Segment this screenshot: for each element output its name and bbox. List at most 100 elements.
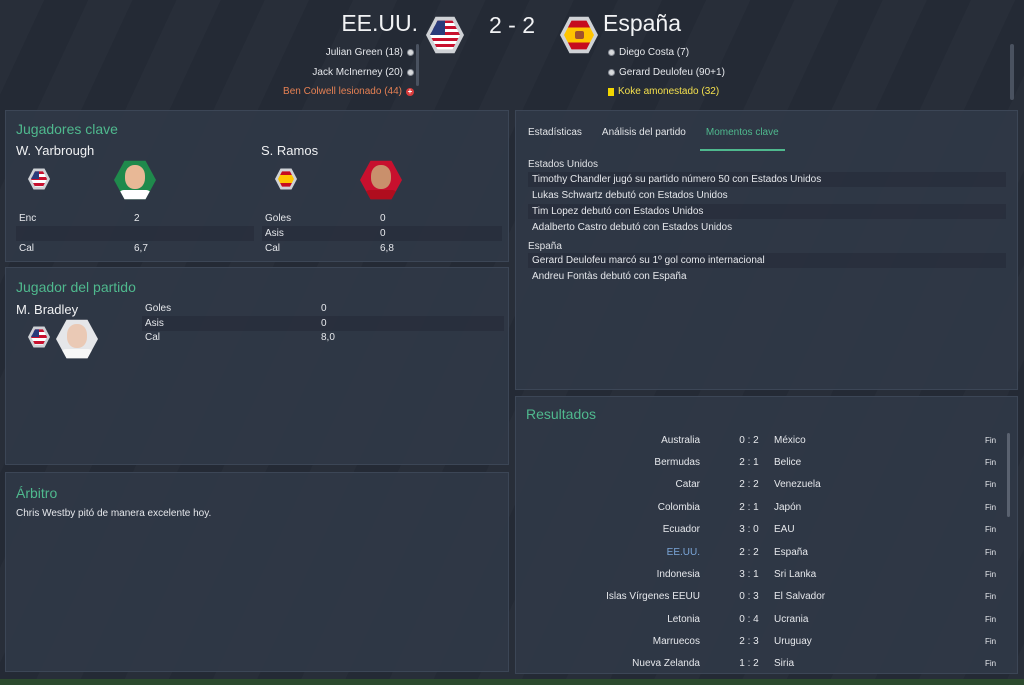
stat-row	[16, 226, 254, 241]
result-away-team[interactable]: Venezuela	[774, 474, 821, 496]
moment-item[interactable]: Adalberto Castro debutó con Estados Unid…	[528, 220, 1006, 235]
referee-comment: Chris Westby pitó de manera excelente ho…	[16, 508, 212, 519]
result-away-team[interactable]: Ucrania	[774, 609, 808, 631]
event-text[interactable]: Julian Green (18)	[326, 46, 403, 59]
result-away-team[interactable]: Uruguay	[774, 631, 812, 653]
player-portrait[interactable]	[56, 319, 98, 359]
event-text[interactable]: Ben Colwell lesionado (44)	[283, 85, 402, 98]
ball-icon	[407, 68, 414, 76]
stat-row: Asis 0	[262, 226, 502, 241]
result-home-team[interactable]: Indonesia	[657, 564, 700, 586]
result-home-team[interactable]: Bermudas	[654, 452, 700, 474]
away-event: Koke amonestado (32)	[608, 82, 725, 102]
stat-value: 0	[380, 228, 386, 239]
yellow-card-icon	[608, 87, 614, 96]
result-row[interactable]: Letonia 0 : 4 Ucrania Fin	[516, 609, 996, 631]
tab-statistics[interactable]: Estadísticas	[522, 123, 588, 149]
result-home-team[interactable]: EE.UU.	[667, 542, 700, 564]
match-tabs: Estadísticas Análisis del partido Moment…	[522, 123, 793, 151]
motm-player-name[interactable]: M. Bradley	[16, 302, 78, 317]
result-row[interactable]: Ecuador 3 : 0 EAU Fin	[516, 519, 996, 541]
result-row[interactable]: Nueva Zelanda 1 : 2 Siria Fin	[516, 653, 996, 675]
moment-item[interactable]: Tim Lopez debutó con Estados Unidos	[528, 204, 1006, 219]
result-away-team[interactable]: Japón	[774, 497, 801, 519]
result-away-team[interactable]: Belice	[774, 452, 801, 474]
results-scrollbar[interactable]	[1007, 433, 1010, 517]
stat-row: Goles 0	[142, 301, 504, 316]
home-key-player-name[interactable]: W. Yarbrough	[16, 143, 94, 158]
home-team-name[interactable]: EE.UU.	[341, 10, 418, 37]
tab-key-moments[interactable]: Momentos clave	[699, 123, 785, 151]
home-events-scrollbar[interactable]	[416, 44, 419, 86]
result-away-team[interactable]: México	[774, 430, 806, 452]
result-home-team[interactable]: Australia	[661, 430, 700, 452]
result-home-team[interactable]: Catar	[676, 474, 700, 496]
result-home-team[interactable]: Marruecos	[653, 631, 700, 653]
stat-label: Cal	[19, 243, 35, 254]
panel-title: Árbitro	[16, 485, 58, 501]
result-home-team[interactable]: Islas Vírgenes EEUU	[606, 586, 700, 608]
result-row[interactable]: Marruecos 2 : 3 Uruguay Fin	[516, 631, 996, 653]
key-players-panel: Jugadores clave W. Yarbrough S. Ramos En…	[5, 110, 509, 262]
away-events-list: Diego Costa (7) Gerard Deulofeu (90+1) K…	[608, 43, 725, 102]
result-away-team[interactable]: Sri Lanka	[774, 564, 816, 586]
event-text[interactable]: Diego Costa (7)	[619, 46, 689, 59]
away-events-scrollbar[interactable]	[1010, 44, 1014, 100]
result-row[interactable]: Australia 0 : 2 México Fin	[516, 430, 996, 452]
result-home-team[interactable]: Colombia	[658, 497, 700, 519]
result-away-team[interactable]: Siria	[774, 653, 794, 675]
home-events-list: Julian Green (18) Jack McInerney (20) Be…	[283, 43, 414, 102]
result-score: 2 : 1	[739, 502, 759, 513]
event-text[interactable]: Koke amonestado (32)	[618, 85, 719, 98]
result-status: Fin	[985, 548, 997, 557]
stat-label: Enc	[19, 213, 37, 224]
moment-item[interactable]: Lukas Schwartz debutó con Estados Unidos	[528, 188, 1006, 203]
ball-icon	[608, 68, 615, 76]
result-away-team[interactable]: EAU	[774, 519, 795, 541]
away-team-name[interactable]: España	[603, 10, 681, 37]
results-panel: Resultados Australia 0 : 2 México Fin Be…	[515, 396, 1018, 674]
result-status: Fin	[985, 570, 997, 579]
stat-value: 6,7	[134, 243, 148, 254]
moment-item[interactable]: Gerard Deulofeu marcó su 1º gol como int…	[528, 253, 1006, 268]
result-home-team[interactable]: Nueva Zelanda	[632, 653, 700, 675]
event-text[interactable]: Gerard Deulofeu (90+1)	[619, 66, 725, 79]
result-home-team[interactable]: Ecuador	[663, 519, 700, 541]
result-row[interactable]: Indonesia 3 : 1 Sri Lanka Fin	[516, 564, 997, 586]
moment-item[interactable]: Timothy Chandler jugó su partido número …	[528, 172, 1006, 187]
home-event: Julian Green (18)	[283, 43, 414, 63]
panel-title: Resultados	[526, 406, 597, 422]
home-event: Ben Colwell lesionado (44) +	[283, 82, 414, 102]
moment-group-title: España	[528, 241, 562, 252]
event-text[interactable]: Jack McInerney (20)	[312, 66, 403, 79]
stat-label: Asis	[265, 228, 284, 239]
spain-crest-icon	[275, 168, 297, 190]
result-row[interactable]: Bermudas 2 : 1 Belice Fin	[516, 452, 996, 474]
result-score: 3 : 0	[739, 524, 759, 535]
result-away-team[interactable]: El Salvador	[774, 586, 825, 608]
bottom-strip	[0, 679, 1024, 685]
stat-row: Cal 8,0	[142, 330, 504, 345]
ball-icon	[407, 49, 414, 57]
panel-title: Jugador del partido	[16, 279, 136, 295]
result-row[interactable]: Catar 2 : 2 Venezuela Fin	[516, 474, 997, 496]
player-portrait[interactable]	[360, 160, 402, 200]
stat-value: 0	[321, 318, 327, 329]
player-portrait[interactable]	[114, 160, 156, 200]
result-row[interactable]: EE.UU. 2 : 2 España Fin	[516, 542, 996, 564]
home-event: Jack McInerney (20)	[283, 63, 414, 83]
panel-title: Jugadores clave	[16, 121, 118, 137]
result-row[interactable]: Colombia 2 : 1 Japón Fin	[516, 497, 996, 519]
result-row[interactable]: Islas Vírgenes EEUU 0 : 3 El Salvador Fi…	[516, 586, 996, 608]
stat-value: 0	[321, 303, 327, 314]
result-score: 0 : 4	[739, 614, 759, 625]
result-home-team[interactable]: Letonia	[667, 609, 700, 631]
tab-match-analysis[interactable]: Análisis del partido	[596, 123, 692, 149]
usa-crest-icon	[28, 168, 50, 190]
away-key-player-name[interactable]: S. Ramos	[261, 143, 318, 158]
result-status: Fin	[985, 525, 997, 534]
stat-row: Goles 0	[262, 211, 502, 226]
result-status: Fin	[985, 615, 997, 624]
result-away-team[interactable]: España	[774, 542, 808, 564]
moment-item[interactable]: Andreu Fontàs debutó con España	[528, 269, 1006, 284]
